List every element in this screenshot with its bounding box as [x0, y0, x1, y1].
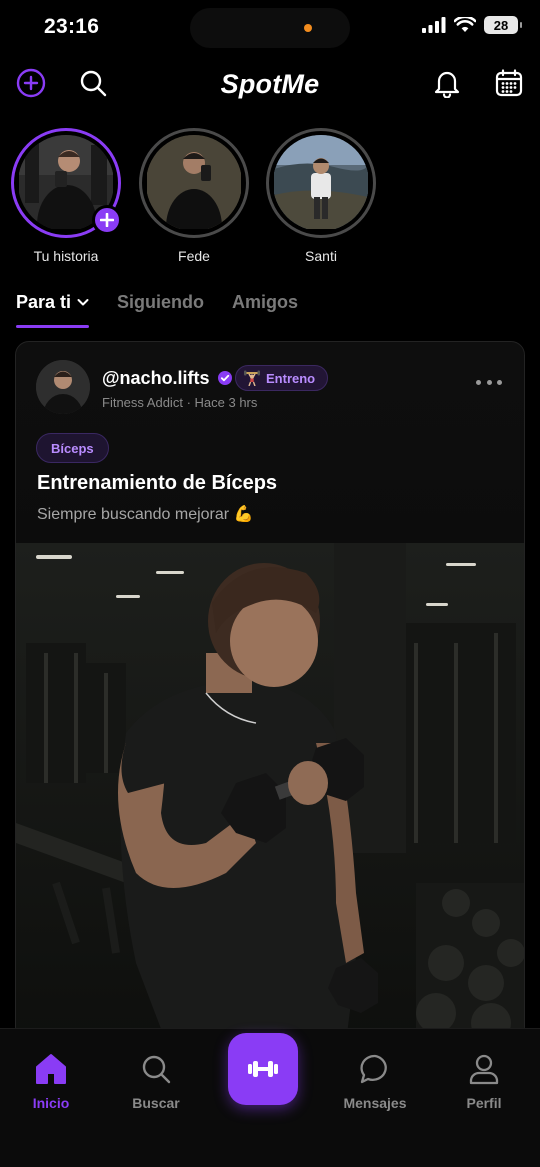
post-type-badge: Entreno — [235, 365, 329, 391]
nav-label: Perfil — [466, 1095, 502, 1111]
badge-label: Entreno — [266, 370, 316, 386]
tab-label: Siguiendo — [117, 292, 205, 312]
stories-row: Tu historia Fede Santi — [0, 128, 540, 268]
story-item[interactable]: Fede — [139, 128, 249, 264]
dumbbell-icon — [248, 1061, 278, 1077]
nav-messages[interactable]: Mensajes — [325, 1051, 425, 1111]
notifications-button[interactable] — [430, 66, 464, 100]
post-photo[interactable] — [16, 543, 524, 1040]
calendar-button[interactable] — [492, 66, 526, 100]
battery-indicator: 28 — [484, 16, 522, 34]
author-subtitle: Fitness Addict — [102, 395, 183, 410]
status-bar: 23:16 28 — [0, 0, 540, 56]
add-story-button[interactable] — [92, 205, 122, 235]
user-icon — [469, 1054, 499, 1085]
wifi-icon — [454, 17, 476, 32]
bell-icon — [434, 71, 460, 98]
muscle-tag[interactable]: Bíceps — [36, 433, 109, 463]
home-icon — [36, 1054, 66, 1084]
nav-label: Buscar — [132, 1095, 180, 1111]
meta-separator: · — [186, 395, 195, 410]
nav-label: Inicio — [32, 1095, 70, 1111]
post-author-avatar[interactable] — [36, 360, 90, 414]
status-icons: 28 — [422, 16, 522, 34]
story-avatar — [146, 135, 242, 231]
tab-amigos[interactable]: Amigos — [232, 292, 298, 328]
bottom-nav: Inicio Buscar Mensajes Perfil — [0, 1028, 540, 1167]
post-meta: Fitness Addict · Hace 3 hrs — [102, 395, 257, 410]
post-description: Siempre buscando mejorar 💪 — [37, 506, 254, 523]
post-card: @nacho.lifts Entreno Fitness Addict · Ha… — [15, 341, 525, 1041]
plus-icon — [100, 213, 114, 227]
dynamic-island — [190, 8, 350, 48]
app-header: SpotMe — [0, 62, 540, 108]
recording-indicator — [304, 24, 312, 32]
feed-tabs: Para ti Siguiendo Amigos — [16, 292, 298, 328]
more-dot-icon — [476, 379, 481, 385]
verified-icon — [218, 371, 232, 385]
chat-bubble-icon — [360, 1054, 387, 1084]
weightlifter-icon — [244, 370, 260, 386]
tab-siguiendo[interactable]: Siguiendo — [117, 292, 204, 328]
nav-home[interactable]: Inicio — [1, 1051, 101, 1111]
chevron-down-icon — [77, 299, 89, 306]
story-ring — [11, 128, 122, 238]
story-ring — [139, 128, 249, 238]
post-time: Hace 3 hrs — [194, 395, 258, 410]
nav-profile[interactable]: Perfil — [434, 1051, 534, 1111]
calendar-icon — [495, 69, 523, 97]
more-dot-icon — [486, 379, 492, 385]
more-options-button[interactable] — [476, 372, 502, 392]
status-time: 23:16 — [44, 15, 100, 38]
post-title: Entrenamiento de Bíceps — [37, 472, 278, 494]
workout-button[interactable] — [228, 1033, 298, 1105]
story-ring — [266, 128, 376, 238]
story-label: Tu historia — [33, 248, 99, 264]
post-username[interactable]: @nacho.lifts — [102, 368, 210, 389]
tab-label: Amigos — [232, 292, 299, 312]
signal-icon — [422, 17, 446, 33]
nav-search[interactable]: Buscar — [106, 1051, 206, 1111]
more-dot-icon — [497, 379, 502, 385]
search-icon — [142, 1055, 171, 1084]
story-label: Santi — [305, 248, 337, 264]
tab-para-ti[interactable]: Para ti — [16, 292, 90, 328]
story-own[interactable]: Tu historia — [11, 128, 122, 264]
story-item[interactable]: Santi — [266, 128, 376, 264]
tab-label: Para ti — [16, 292, 72, 312]
story-label: Fede — [178, 248, 210, 264]
nav-label: Mensajes — [343, 1095, 407, 1111]
story-avatar — [273, 135, 369, 231]
